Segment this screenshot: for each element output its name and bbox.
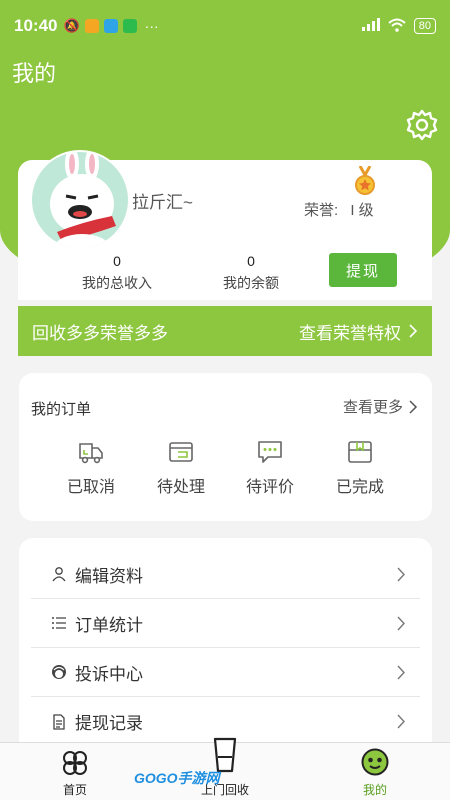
order-pending[interactable]: 待处理 bbox=[141, 439, 221, 497]
battery-icon: 80 bbox=[413, 18, 436, 34]
user-icon bbox=[52, 567, 66, 582]
wallet-icon bbox=[169, 442, 193, 462]
honor-privilege-label: 查看荣誉特权 bbox=[299, 323, 401, 343]
page-title: 我的 bbox=[12, 61, 57, 86]
honor-privilege-link[interactable]: 查看荣誉特权 bbox=[299, 319, 418, 344]
order-cancelled[interactable]: 已取消 bbox=[51, 439, 131, 497]
tab-mine[interactable]: 我的 bbox=[325, 743, 425, 800]
order-to-review[interactable]: 待评价 bbox=[230, 439, 310, 497]
total-income-label: 我的总收入 bbox=[82, 275, 152, 291]
honor-level: 荣誉: I 级 bbox=[304, 199, 374, 220]
honor-banner[interactable]: 回收多多荣誉多多 查看荣誉特权 bbox=[18, 306, 432, 356]
tab-mine-label: 我的 bbox=[362, 783, 387, 797]
avatar[interactable] bbox=[30, 150, 130, 250]
chevron-right-icon bbox=[397, 665, 405, 679]
menu-card: 编辑资料 订单统计 投诉中心 提现记录 bbox=[19, 538, 432, 748]
order-to-review-label: 待评价 bbox=[245, 479, 294, 496]
medal-icon bbox=[354, 165, 376, 196]
honor-level-value: I 级 bbox=[350, 202, 374, 219]
list-icon bbox=[52, 617, 66, 629]
total-income-value: 0 bbox=[113, 253, 121, 269]
balance-value: 0 bbox=[247, 253, 255, 269]
document-icon bbox=[53, 713, 65, 730]
watermark-logo: GOGO手游网 bbox=[134, 770, 220, 786]
more-notifications-icon: ··· bbox=[144, 18, 159, 34]
menu-item-complaints[interactable]: 投诉中心 bbox=[31, 648, 420, 697]
comment-icon bbox=[258, 441, 282, 463]
chevron-right-icon bbox=[409, 399, 418, 414]
orders-more-link[interactable]: 查看更多 bbox=[343, 396, 418, 417]
clover-icon bbox=[63, 751, 87, 775]
menu-item-label: 编辑资料 bbox=[75, 566, 143, 586]
order-completed[interactable]: 已完成 bbox=[320, 439, 400, 497]
order-completed-label: 已完成 bbox=[335, 479, 384, 496]
bottom-tab-bar: 首页 上门回收 我的 bbox=[0, 737, 450, 800]
chevron-right-icon bbox=[397, 714, 405, 729]
signal-icon bbox=[361, 18, 380, 34]
menu-item-label: 提现记录 bbox=[75, 714, 143, 733]
app-icon bbox=[103, 19, 118, 33]
balance-label: 我的余额 bbox=[223, 275, 279, 291]
balance-stat[interactable]: 0 我的余额 bbox=[206, 253, 296, 293]
wechat-icon bbox=[122, 19, 137, 33]
honor-slogan: 回收多多荣誉多多 bbox=[32, 323, 168, 343]
orders-more-label: 查看更多 bbox=[342, 399, 403, 416]
menu-item-label: 投诉中心 bbox=[75, 664, 143, 684]
menu-item-label: 订单统计 bbox=[75, 615, 143, 635]
menu-item-order-stats[interactable]: 订单统计 bbox=[31, 599, 420, 648]
menu-item-edit-profile[interactable]: 编辑资料 bbox=[31, 550, 420, 599]
tab-home-label: 首页 bbox=[62, 783, 87, 797]
orders-title: 我的订单 bbox=[31, 401, 92, 418]
order-cancelled-label: 已取消 bbox=[66, 479, 115, 496]
chevron-right-icon bbox=[397, 567, 405, 581]
status-bar: 10:40 🔕 ··· 80 bbox=[0, 0, 450, 52]
chevron-right-icon bbox=[409, 324, 418, 338]
profile-card: 拉斤汇~ 荣誉: I 级 0 我的总收入 0 我的余额 提现 bbox=[18, 150, 432, 300]
box-icon bbox=[348, 441, 372, 463]
mute-icon: 🔕 bbox=[63, 18, 80, 33]
total-income-stat[interactable]: 0 我的总收入 bbox=[72, 253, 162, 293]
honor-label: 荣誉: bbox=[304, 202, 339, 219]
truck-icon bbox=[79, 443, 103, 464]
settings-gear-icon[interactable] bbox=[405, 108, 439, 142]
username: 拉斤汇~ bbox=[132, 193, 193, 212]
wifi-icon bbox=[388, 18, 406, 35]
complaint-icon bbox=[52, 665, 66, 679]
order-pending-label: 待处理 bbox=[156, 479, 205, 496]
withdraw-button[interactable]: 提现 bbox=[329, 253, 397, 287]
chevron-right-icon bbox=[397, 616, 405, 630]
status-time: 10:40 bbox=[14, 16, 58, 35]
orders-card: 我的订单 查看更多 已取消 待处理 待评价 已完成 bbox=[19, 373, 432, 521]
notification-icon bbox=[84, 19, 99, 33]
tab-home[interactable]: 首页 bbox=[25, 743, 125, 800]
face-icon bbox=[361, 748, 389, 776]
